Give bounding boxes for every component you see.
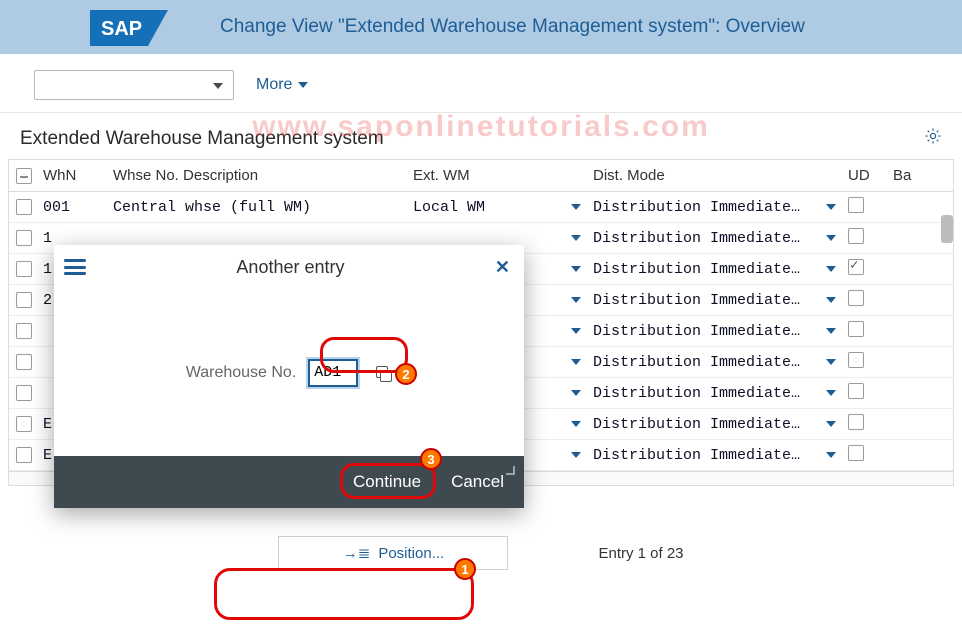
callout-badge-3: 3	[420, 448, 442, 470]
close-icon[interactable]: ✕	[495, 257, 510, 278]
select-all-checkbox[interactable]	[16, 168, 32, 184]
callout-ring-2	[320, 337, 408, 373]
chevron-down-icon	[826, 204, 836, 210]
cell-dist[interactable]: Distribution Immediate…	[589, 261, 844, 278]
cell-dist[interactable]: Distribution Immediate…	[589, 354, 844, 371]
cell-ud[interactable]	[844, 259, 889, 280]
cell-dist[interactable]: Distribution Immediate…	[589, 230, 844, 247]
col-ud[interactable]: UD	[844, 167, 889, 184]
chevron-down-icon	[826, 266, 836, 272]
section-header: Extended Warehouse Management system	[0, 113, 962, 159]
col-dist[interactable]: Dist. Mode	[589, 167, 844, 184]
toolbar: More	[0, 54, 962, 113]
chevron-down-icon	[826, 452, 836, 458]
row-checkbox[interactable]	[16, 323, 32, 339]
svg-text:SAP: SAP	[101, 18, 142, 40]
chevron-down-icon	[826, 235, 836, 241]
entry-counter: Entry 1 of 23	[598, 545, 683, 562]
row-checkbox[interactable]	[16, 292, 32, 308]
callout-badge-1: 1	[454, 558, 476, 580]
chevron-down-icon	[826, 359, 836, 365]
sap-logo: SAP	[90, 10, 168, 46]
warehouse-no-label: Warehouse No.	[186, 364, 297, 382]
cell-ud[interactable]	[844, 197, 889, 218]
more-label: More	[256, 76, 292, 94]
cell-whn: 1	[39, 230, 109, 247]
chevron-down-icon	[571, 390, 581, 396]
callout-badge-2: 2	[395, 363, 417, 385]
chevron-down-icon	[826, 297, 836, 303]
row-checkbox[interactable]	[16, 447, 32, 463]
row-checkbox[interactable]	[16, 230, 32, 246]
col-extwm[interactable]: Ext. WM	[409, 167, 589, 184]
position-label: Position...	[378, 545, 444, 562]
row-checkbox[interactable]	[16, 199, 32, 215]
cell-dist[interactable]: Distribution Immediate…	[589, 323, 844, 340]
chevron-down-icon	[571, 266, 581, 272]
cell-ud[interactable]	[844, 414, 889, 435]
position-icon: →≣	[343, 544, 371, 562]
resize-icon[interactable]	[502, 462, 518, 478]
chevron-down-icon	[826, 328, 836, 334]
chevron-down-icon	[298, 82, 308, 88]
row-checkbox[interactable]	[16, 354, 32, 370]
section-title: Extended Warehouse Management system	[20, 128, 384, 150]
dialog-title: Another entry	[86, 257, 495, 278]
chevron-down-icon	[571, 297, 581, 303]
cell-desc: Central whse (full WM)	[109, 199, 409, 216]
cell-ud[interactable]	[844, 445, 889, 466]
cell-ud[interactable]	[844, 290, 889, 311]
chevron-down-icon	[826, 421, 836, 427]
col-whn[interactable]: WhN	[39, 167, 109, 184]
chevron-down-icon	[571, 421, 581, 427]
chevron-down-icon	[571, 359, 581, 365]
cell-ud[interactable]	[844, 321, 889, 342]
chevron-down-icon	[571, 235, 581, 241]
callout-ring-3	[340, 463, 436, 499]
cell-extwm[interactable]	[409, 235, 589, 241]
cell-dist[interactable]: Distribution Immediate…	[589, 292, 844, 309]
cell-dist[interactable]: Distribution Immediate…	[589, 385, 844, 402]
cell-ud[interactable]	[844, 228, 889, 249]
cell-whn: 001	[39, 199, 109, 216]
cell-dist[interactable]: Distribution Immediate…	[589, 199, 844, 216]
title-bar: SAP Change View "Extended Warehouse Mana…	[0, 0, 962, 54]
row-checkbox[interactable]	[16, 416, 32, 432]
more-menu[interactable]: More	[256, 76, 308, 94]
col-desc[interactable]: Whse No. Description	[109, 167, 409, 184]
cell-ud[interactable]	[844, 352, 889, 373]
cell-extwm[interactable]: Local WM	[409, 199, 589, 216]
table-header: WhN Whse No. Description Ext. WM Dist. M…	[9, 160, 953, 192]
menu-icon[interactable]	[64, 259, 86, 275]
cell-dist[interactable]: Distribution Immediate…	[589, 447, 844, 464]
gear-icon[interactable]	[924, 127, 942, 151]
callout-ring-1	[214, 568, 474, 620]
cell-ud[interactable]	[844, 383, 889, 404]
row-checkbox[interactable]	[16, 385, 32, 401]
page-title: Change View "Extended Warehouse Manageme…	[220, 16, 805, 38]
dialog-footer: Continue Cancel	[54, 456, 524, 508]
row-checkbox[interactable]	[16, 261, 32, 277]
toolbar-combo[interactable]	[34, 70, 234, 100]
table-row[interactable]: 001Central whse (full WM)Local WMDistrib…	[9, 192, 953, 223]
cancel-button[interactable]: Cancel	[451, 472, 504, 492]
dialog-another-entry: Another entry ✕ Warehouse No. Continue C…	[54, 245, 524, 508]
col-ba[interactable]: Ba	[889, 167, 929, 184]
chevron-down-icon	[571, 204, 581, 210]
cell-dist[interactable]: Distribution Immediate…	[589, 416, 844, 433]
chevron-down-icon	[826, 390, 836, 396]
vertical-scrollbar[interactable]	[941, 215, 953, 243]
chevron-down-icon	[571, 328, 581, 334]
chevron-down-icon	[571, 452, 581, 458]
